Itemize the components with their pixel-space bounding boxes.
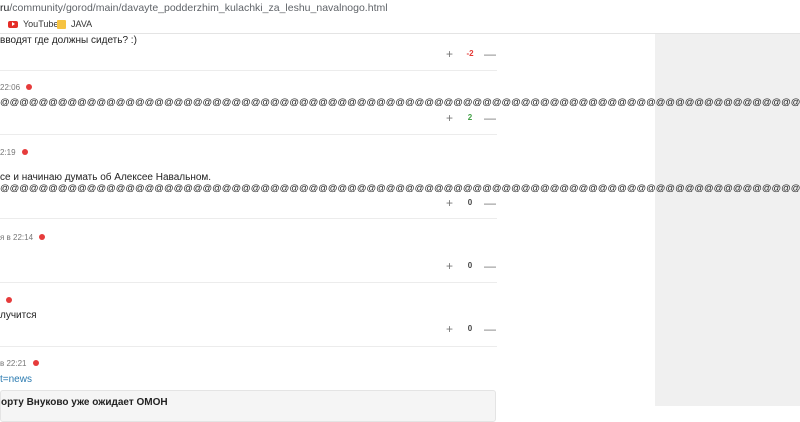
bookmark-label: YouTube <box>23 19 59 29</box>
comment-score: 2 <box>467 113 473 122</box>
downvote-button[interactable]: — <box>484 48 496 60</box>
upvote-button[interactable]: + <box>446 197 453 209</box>
downvote-button[interactable]: — <box>484 197 496 209</box>
comment-text: @@@@@@@@@@@@@@@@@@@@@@@@@@@@@@@@@@@@@@@@… <box>0 97 800 108</box>
upvote-button[interactable]: + <box>446 112 453 124</box>
upvote-button[interactable]: + <box>446 323 453 335</box>
online-indicator <box>26 84 33 90</box>
comment-text: лучится <box>0 310 37 321</box>
right-sidebar-background <box>655 34 800 406</box>
upvote-button[interactable]: + <box>446 260 453 272</box>
comment-time: в 22:21 <box>0 359 27 368</box>
comment-score: 0 <box>467 261 473 270</box>
comment-divider <box>0 134 497 135</box>
comment-meta: 22:06 <box>0 83 33 92</box>
url-text: ru/community/gorod/main/davayte_podderzh… <box>0 2 388 14</box>
youtube-icon <box>8 20 18 28</box>
comment-score: -2 <box>466 49 474 58</box>
comment-meta: в 22:21 <box>0 359 39 368</box>
online-indicator <box>21 149 28 155</box>
bookmark-java[interactable]: JAVA <box>57 18 92 30</box>
online-indicator <box>32 360 39 366</box>
bookmark-youtube[interactable]: YouTube <box>8 18 58 30</box>
downvote-button[interactable]: — <box>484 323 496 335</box>
comment-meta: 2:19 <box>0 148 28 157</box>
comment-divider <box>0 346 497 347</box>
link-preview-card[interactable]: орту Внуково уже ожидает ОМОН <box>0 390 496 422</box>
comment-text-overflow: @@@@@@@@@@@@@@@@@@@@@@@@@@@@@@@@@@@@@@@@… <box>0 183 800 194</box>
online-indicator <box>39 234 46 240</box>
bookmarks-bar: YouTube JAVA <box>0 15 800 34</box>
online-indicator <box>6 297 12 303</box>
upvote-button[interactable]: + <box>446 48 453 60</box>
comment-score: 0 <box>467 324 473 333</box>
comment-time: 2:19 <box>0 148 16 157</box>
comment-meta <box>0 296 12 305</box>
comment-text: вводят где должны сидеть? :) <box>0 35 137 46</box>
downvote-button[interactable]: — <box>484 112 496 124</box>
url-path: /community/gorod/main/davayte_podderzhim… <box>9 2 388 14</box>
bookmark-label: JAVA <box>71 19 93 29</box>
comment-score: 0 <box>467 198 473 207</box>
comment-meta: я в 22:14 <box>0 233 46 242</box>
comment-divider <box>0 282 497 283</box>
link-preview-title: орту Внуково уже ожидает ОМОН <box>1 397 168 408</box>
comment-text: се и начинаю думать об Алексее Навальном… <box>0 172 212 183</box>
comment-divider <box>0 70 497 71</box>
comment-time: я в 22:14 <box>0 233 34 242</box>
folder-icon <box>57 19 66 29</box>
comment-time: 22:06 <box>0 83 21 92</box>
address-bar[interactable]: ru/community/gorod/main/davayte_podderzh… <box>0 0 800 15</box>
downvote-button[interactable]: — <box>484 260 496 272</box>
url-domain: ru <box>0 2 10 14</box>
comment-divider <box>0 218 497 219</box>
comment-link[interactable]: t=news <box>0 374 32 385</box>
